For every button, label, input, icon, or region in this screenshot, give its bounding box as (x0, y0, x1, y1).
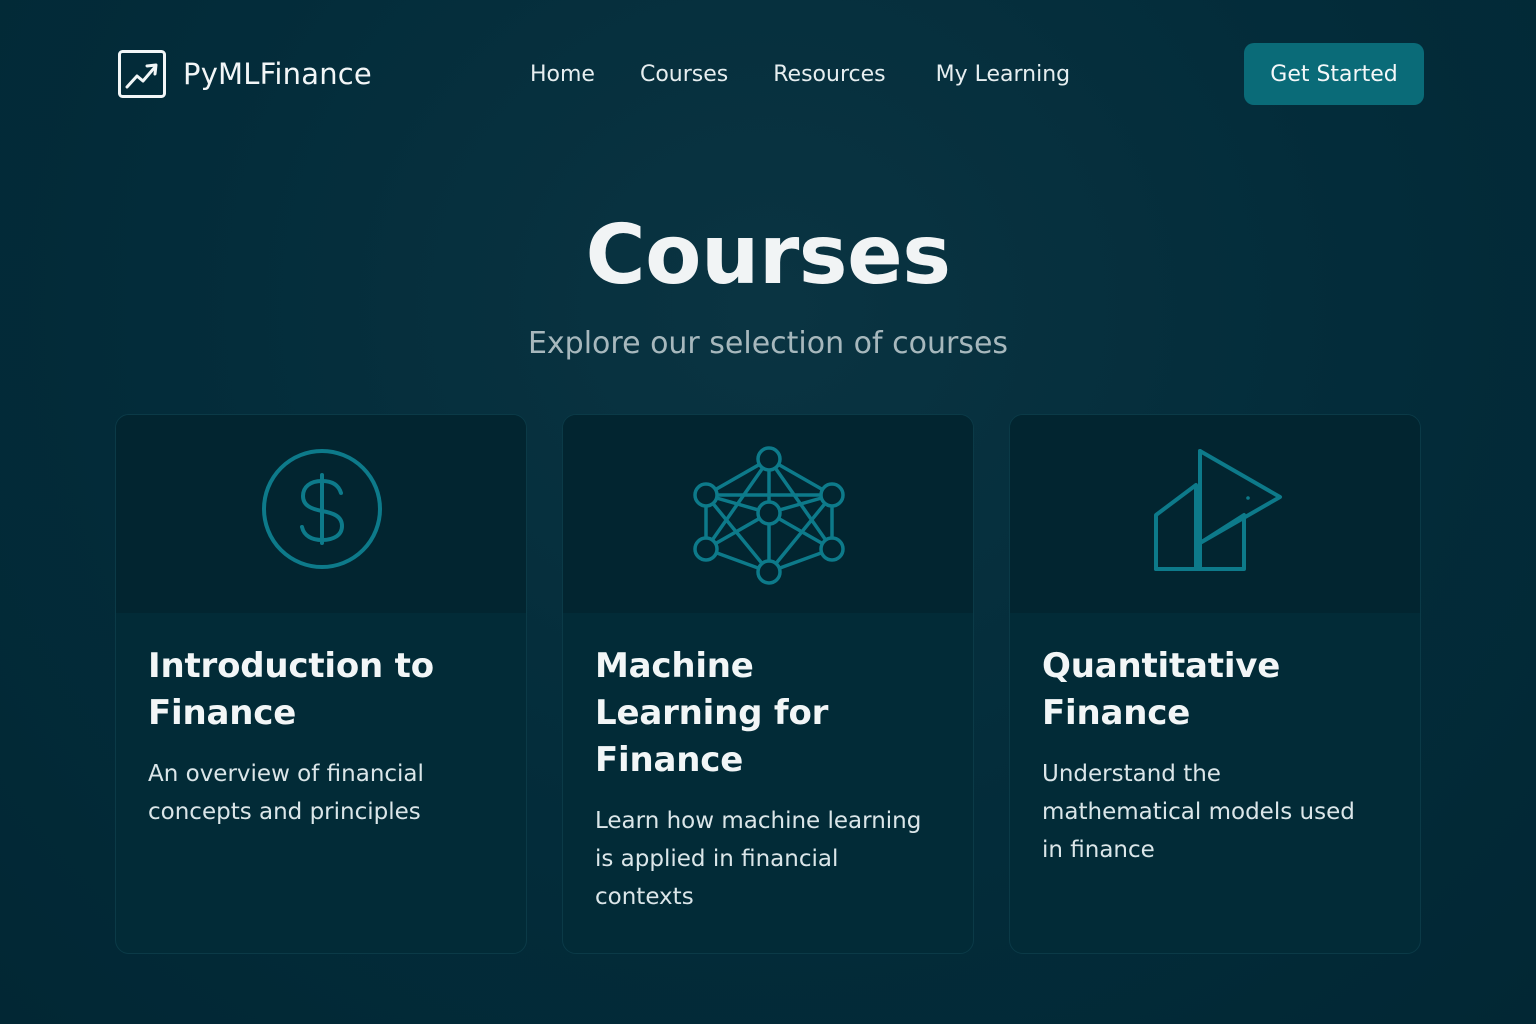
course-card-introduction-to-finance[interactable]: Introduction to Finance An overview of f… (115, 414, 527, 954)
course-card-machine-learning-for-finance[interactable]: Machine Learning for Finance Learn how m… (562, 414, 974, 954)
top-navigation: PyMLFinance Home Courses Resources My Le… (0, 0, 1536, 150)
geometric-shapes-icon (1154, 449, 1282, 571)
page-title: Courses (585, 208, 951, 303)
course-title: Introduction to Finance (148, 646, 434, 733)
course-description: Learn how machine learning is applied in… (595, 808, 922, 910)
neural-network-icon (693, 446, 845, 585)
course-title: Quantitative Finance (1042, 646, 1281, 733)
brand[interactable]: PyMLFinance (118, 50, 372, 98)
course-card-body: Machine Learning for Finance Learn how m… (563, 613, 973, 916)
get-started-button[interactable]: Get Started (1244, 43, 1424, 105)
brand-name: PyMLFinance (183, 57, 372, 91)
nav-link-my-learning[interactable]: My Learning (936, 60, 1071, 90)
course-description: Understand the mathematical models used … (1042, 761, 1355, 863)
nav-link-resources[interactable]: Resources (773, 60, 885, 90)
course-title: Machine Learning for Finance (595, 646, 829, 780)
page-subtitle: Explore our selection of courses (527, 326, 1009, 361)
course-list: Introduction to Finance An overview of f… (115, 414, 1423, 954)
course-card-media (1010, 415, 1420, 613)
course-card-quantitative-finance[interactable]: Quantitative Finance Understand the math… (1009, 414, 1421, 954)
dollar-circle-icon (262, 449, 382, 569)
nav-link-home[interactable]: Home (530, 60, 595, 90)
trend-chart-icon (118, 50, 166, 98)
course-card-body: Introduction to Finance An overview of f… (116, 613, 526, 831)
nav-links: Home Courses Resources My Learning (530, 60, 1070, 90)
course-card-media (563, 415, 973, 613)
course-card-body: Quantitative Finance Understand the math… (1010, 613, 1420, 869)
nav-link-courses[interactable]: Courses (640, 60, 728, 90)
course-description: An overview of financial concepts and pr… (148, 761, 424, 825)
course-card-media (116, 415, 526, 613)
